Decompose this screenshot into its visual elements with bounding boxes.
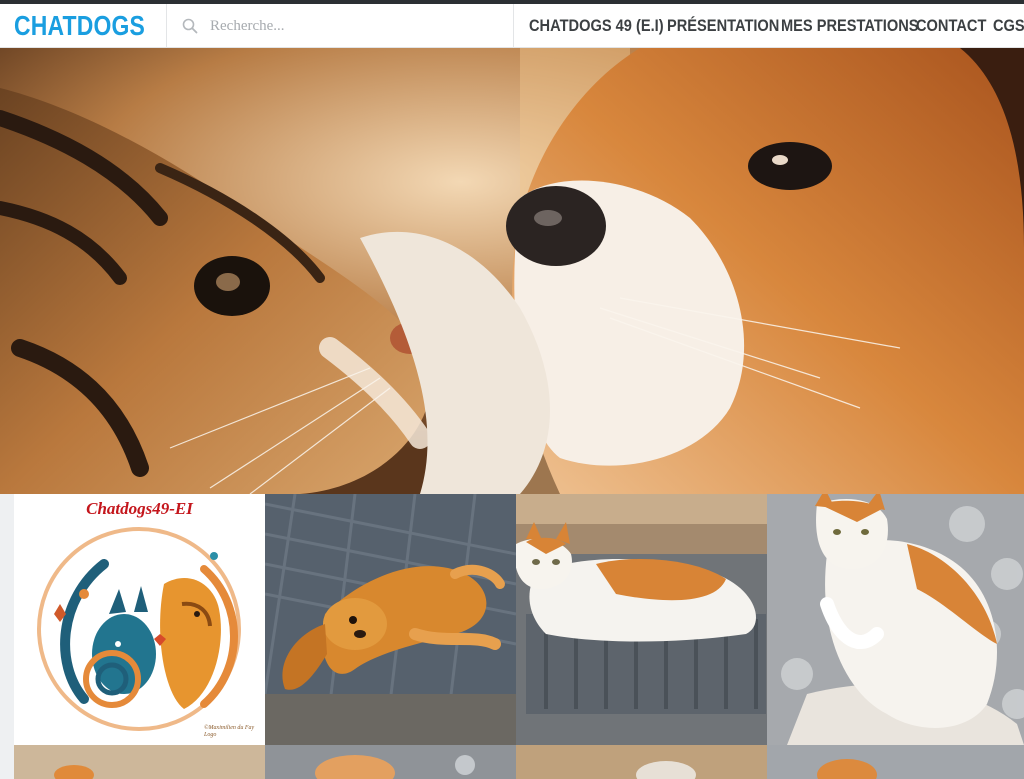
photo-partial-3 bbox=[516, 745, 767, 779]
hero-banner-image bbox=[0, 48, 1024, 494]
gallery-tile-row2-3[interactable] bbox=[516, 745, 767, 779]
photo-gallery: Chatdogs49-EI ©Maximilien du Fay Logo bbox=[14, 494, 1024, 779]
gallery-tile-row2-4[interactable] bbox=[767, 745, 1024, 779]
search-icon[interactable] bbox=[182, 18, 198, 34]
cat-on-rug-photo bbox=[767, 494, 1024, 745]
photo-partial-1 bbox=[14, 745, 265, 779]
photo-partial-4 bbox=[767, 745, 1024, 779]
gallery-tile-cat-rug[interactable] bbox=[767, 494, 1024, 745]
search-bar bbox=[168, 4, 514, 48]
logo-credit-type: Logo bbox=[204, 732, 217, 738]
gallery-tile-dog-photo[interactable] bbox=[265, 494, 516, 745]
gallery-tile-row2-1[interactable] bbox=[14, 745, 265, 779]
photo-partial-2 bbox=[265, 745, 516, 779]
logo-credit-author: ©Maximilien du Fay bbox=[204, 725, 255, 731]
dog-on-wicker-photo bbox=[265, 494, 516, 745]
nav-contact[interactable]: CONTACT bbox=[916, 16, 986, 36]
search-input[interactable] bbox=[210, 11, 490, 41]
site-header: CHATDOGS CHATDOGS 49 (E.I) PRÉSENTATION … bbox=[0, 4, 1024, 48]
nav-cgs[interactable]: CGS bbox=[993, 16, 1024, 36]
main-nav: CHATDOGS 49 (E.I) PRÉSENTATION MES PREST… bbox=[515, 4, 1024, 48]
gallery-tile-row2-2[interactable] bbox=[265, 745, 516, 779]
nav-mes-prestations[interactable]: MES PRESTATIONS bbox=[781, 16, 919, 36]
gallery-tile-logo[interactable]: Chatdogs49-EI ©Maximilien du Fay Logo bbox=[14, 494, 265, 745]
cat-on-radiator-photo bbox=[516, 494, 767, 745]
gallery-tile-cat-radiator[interactable] bbox=[516, 494, 767, 745]
nav-chatdogs49[interactable]: CHATDOGS 49 (E.I) bbox=[529, 16, 664, 36]
nav-presentation[interactable]: PRÉSENTATION bbox=[667, 16, 779, 36]
logo-title: Chatdogs49-EI bbox=[86, 499, 193, 518]
brand-name: CHATDOGS bbox=[14, 10, 145, 41]
chatdogs-logo-graphic bbox=[37, 527, 241, 731]
logo-credit: ©Maximilien du Fay Logo bbox=[204, 725, 264, 739]
kitten-puppy-illustration bbox=[0, 48, 1024, 494]
brand-logo-link[interactable]: CHATDOGS bbox=[0, 4, 167, 48]
